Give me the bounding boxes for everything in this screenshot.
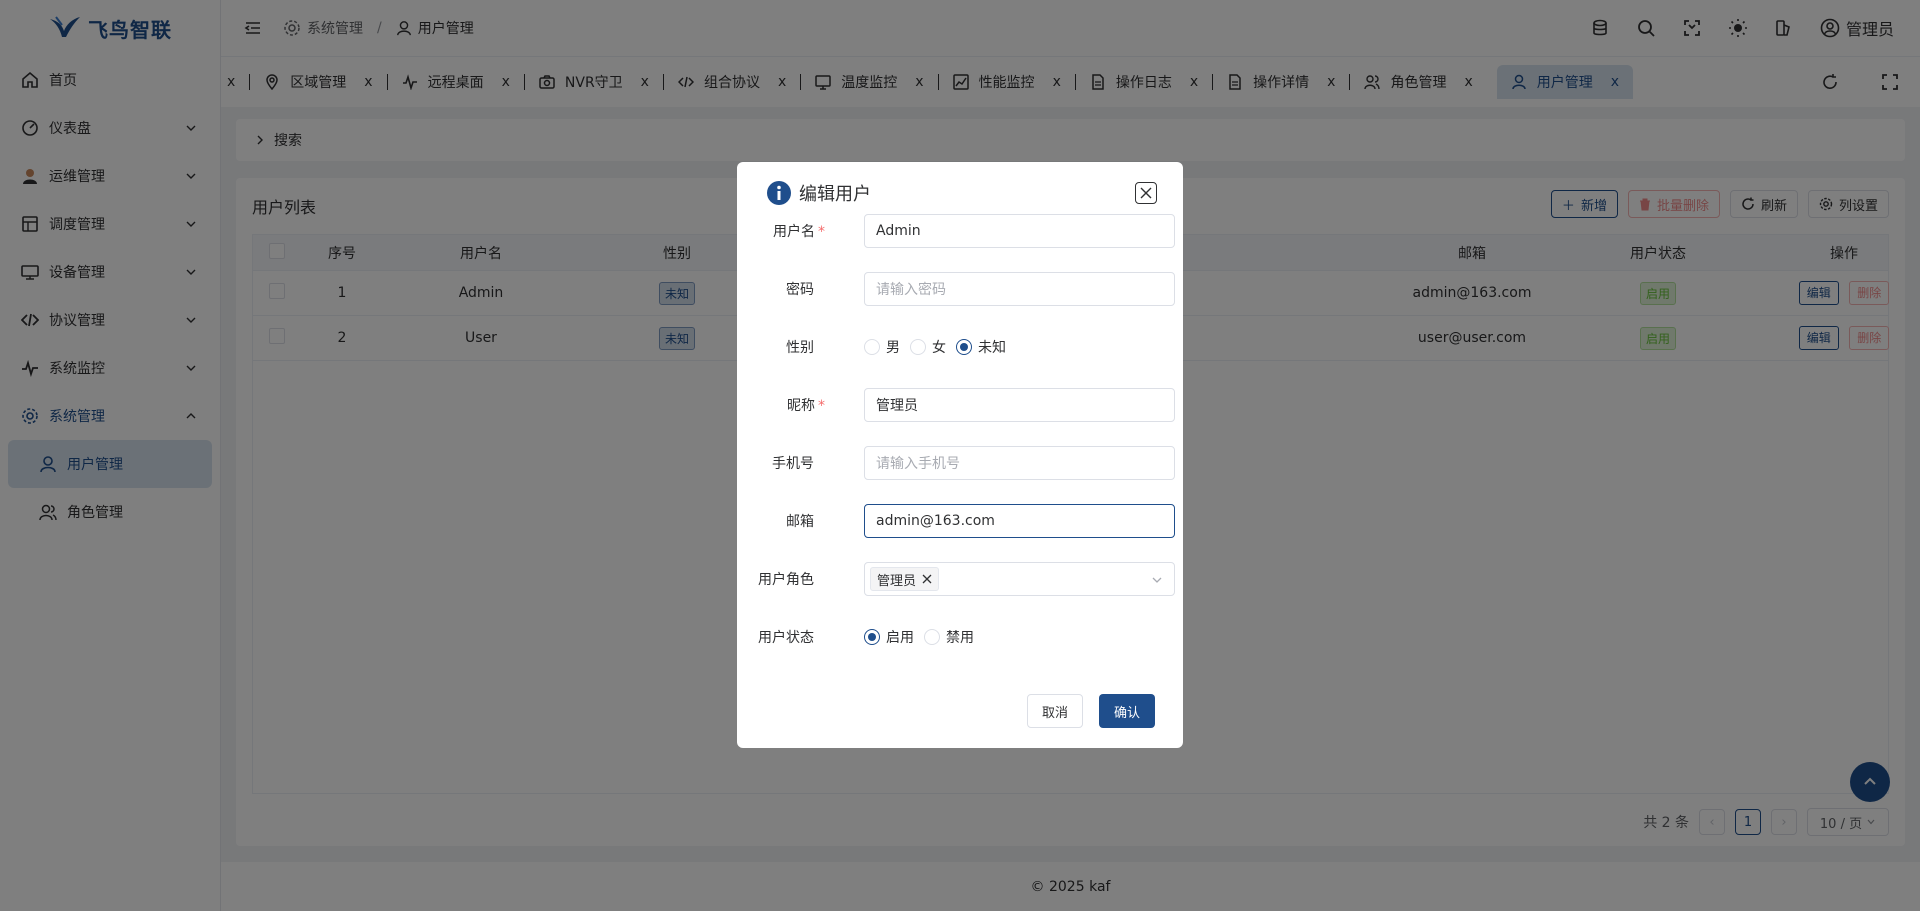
gender-option-male[interactable]: 男	[864, 337, 900, 357]
chip-label: 管理员	[877, 573, 917, 589]
label-text: 手机号	[772, 456, 814, 472]
dialog-title: 编辑用户	[799, 184, 871, 205]
form-row-status: 用户状态 启用 禁用	[757, 620, 1163, 654]
label-text: 昵称	[787, 398, 815, 414]
form-row-roles: 用户角色 管理员	[757, 562, 1175, 596]
label-text: 用户名	[773, 224, 815, 240]
close-icon	[1140, 187, 1152, 199]
status-radio-group: 启用 禁用	[864, 627, 974, 647]
form-row-username: 用户名 * Admin	[757, 214, 1175, 248]
radio-button[interactable]	[910, 339, 926, 355]
form-row-email: 邮箱 admin@163.com	[757, 504, 1175, 538]
radio-label: 男	[886, 340, 900, 356]
field-label: 用户角色	[757, 569, 825, 589]
info-icon	[767, 181, 791, 205]
radio-label: 女	[932, 340, 946, 356]
label-text: 邮箱	[786, 514, 814, 530]
field-label: 性别	[757, 337, 825, 357]
radio-label: 禁用	[946, 630, 974, 646]
field-label: 用户状态	[757, 627, 825, 647]
username-input[interactable]: Admin	[864, 214, 1175, 248]
form-row-gender: 性别 男 女 未知	[757, 330, 1163, 364]
gender-option-female[interactable]: 女	[910, 337, 946, 357]
field-label: 用户名 *	[757, 221, 825, 241]
email-input[interactable]: admin@163.com	[864, 504, 1175, 538]
password-input[interactable]: 请输入密码	[864, 272, 1175, 306]
chevron-down-icon	[1152, 577, 1162, 583]
label-text: 用户状态	[758, 630, 814, 646]
radio-button[interactable]	[864, 629, 880, 645]
radio-label: 启用	[886, 630, 914, 646]
radio-button[interactable]	[924, 629, 940, 645]
radio-button[interactable]	[864, 339, 880, 355]
confirm-button[interactable]: 确认	[1099, 694, 1155, 728]
cancel-button[interactable]: 取消	[1027, 694, 1083, 728]
label-text: 性别	[786, 340, 814, 356]
label-text: 密码	[786, 282, 814, 298]
dialog-close-button[interactable]	[1135, 182, 1157, 204]
form-row-password: 密码 请输入密码	[757, 272, 1175, 306]
status-option-enabled[interactable]: 启用	[864, 627, 914, 647]
edit-user-dialog: 编辑用户 用户名 * Admin 密码 请输入密码 性别 男 女 未知 昵称 * 管…	[737, 162, 1183, 748]
phone-input[interactable]: 请输入手机号	[864, 446, 1175, 480]
field-label: 邮箱	[757, 511, 825, 531]
radio-label: 未知	[978, 340, 1006, 356]
radio-button[interactable]	[956, 339, 972, 355]
status-option-disabled[interactable]: 禁用	[924, 627, 974, 647]
role-chip: 管理员	[870, 567, 940, 591]
close-icon[interactable]	[922, 574, 932, 584]
gender-radio-group: 男 女 未知	[864, 337, 1006, 357]
roles-select[interactable]: 管理员	[864, 562, 1175, 596]
form-row-phone: 手机号 请输入手机号	[757, 446, 1175, 480]
field-label: 手机号	[757, 453, 825, 473]
field-label: 密码	[757, 279, 825, 299]
gender-option-unknown[interactable]: 未知	[956, 337, 1006, 357]
label-text: 用户角色	[758, 572, 814, 588]
form-row-nickname: 昵称 * 管理员	[757, 388, 1175, 422]
nickname-input[interactable]: 管理员	[864, 388, 1175, 422]
required-mark: *	[818, 398, 825, 414]
field-label: 昵称 *	[757, 395, 825, 415]
dialog-header: 编辑用户	[767, 180, 871, 206]
required-mark: *	[818, 224, 825, 240]
